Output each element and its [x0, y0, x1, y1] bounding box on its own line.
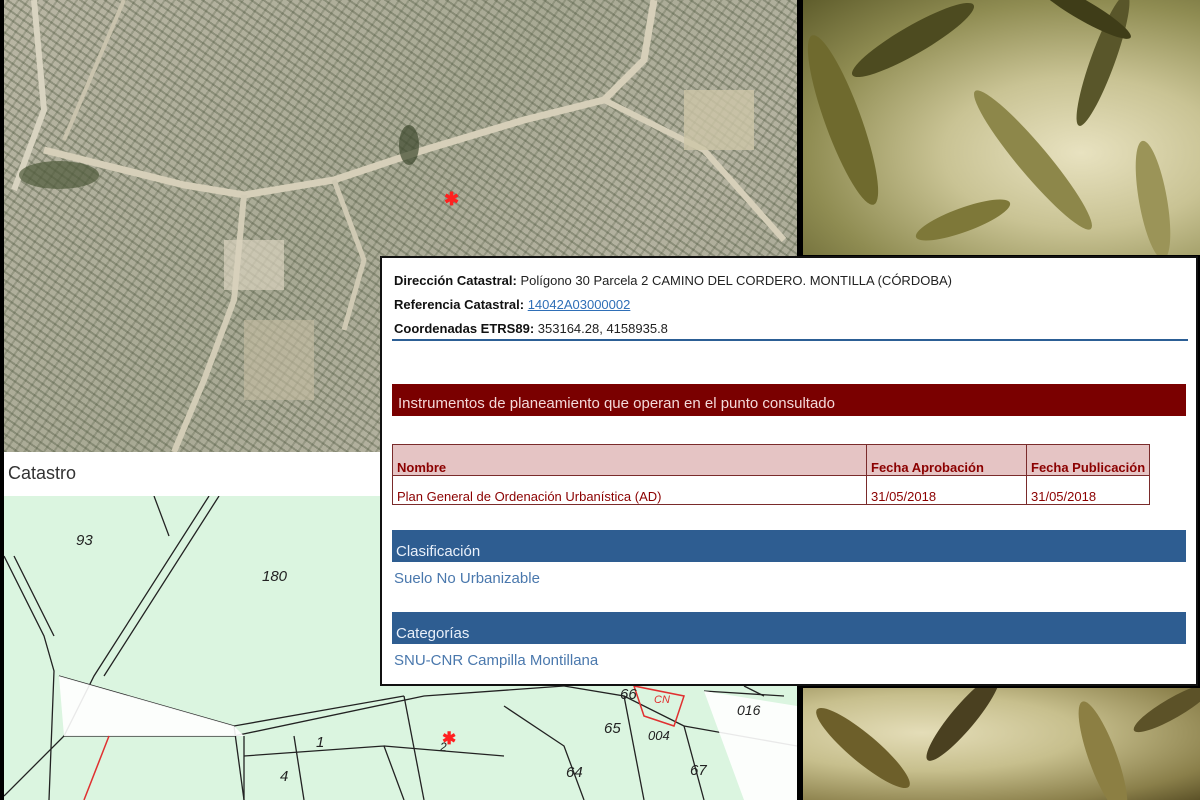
parcel-label: 65 — [604, 720, 621, 737]
olive-photo-bottom — [803, 688, 1200, 800]
categorias-header: Categorías — [392, 612, 1186, 644]
planning-table: Nombre Fecha Aprobación Fecha Publicació… — [392, 444, 1151, 505]
section-divider — [392, 339, 1188, 341]
parcel-label: 64 — [566, 764, 583, 781]
direccion-value: Polígono 30 Parcela 2 CAMINO DEL CORDERO… — [520, 273, 952, 288]
referencia-label: Referencia Catastral: — [394, 297, 525, 312]
instrumentos-header: Instrumentos de planeamiento que operan … — [392, 384, 1186, 416]
table-header-row: Nombre Fecha Aprobación Fecha Publicació… — [392, 444, 1151, 476]
coordenadas-row: Coordenadas ETRS89: 353164.28, 4158935.8 — [394, 321, 668, 336]
parcel-label: 1 — [316, 734, 325, 751]
table-cell: 31/05/2018 — [866, 475, 1027, 505]
parcel-label: 67 — [690, 762, 707, 779]
column-header: Fecha Publicación — [1025, 444, 1151, 476]
clasificacion-value: Suelo No Urbanizable — [394, 570, 540, 587]
parcel-label: 180 — [262, 568, 288, 585]
parcel-label: 93 — [76, 532, 93, 549]
clasificacion-title: Clasificación — [396, 543, 481, 560]
parcel-label: 66 — [620, 686, 637, 703]
catastro-title: Catastro — [8, 463, 77, 483]
referencia-link[interactable]: 14042A03000002 — [528, 297, 631, 312]
location-marker-icon: ✱ — [442, 729, 457, 748]
categorias-value: SNU-CNR Campilla Montillana — [394, 652, 599, 669]
location-marker-icon: ✱ — [444, 189, 460, 209]
parcel-label: CN — [654, 694, 670, 706]
olive-leaves — [807, 0, 1171, 255]
parcel-label: 016 — [737, 702, 761, 718]
instrumentos-title: Instrumentos de planeamiento que operan … — [398, 395, 835, 412]
clasificacion-header: Clasificación — [392, 530, 1186, 562]
categorias-title: Categorías — [396, 625, 470, 642]
direccion-label: Dirección Catastral: — [394, 273, 517, 288]
table-cell: Plan General de Ordenación Urbanística (… — [392, 475, 867, 505]
coordenadas-value: 353164.28, 4158935.8 — [537, 321, 668, 336]
column-header: Nombre — [392, 444, 867, 476]
planning-info-panel: Dirección Catastral: Polígono 30 Parcela… — [380, 256, 1198, 686]
coordenadas-label: Coordenadas ETRS89: — [394, 321, 535, 336]
parcel-label: 4 — [280, 768, 289, 785]
olive-photo-top — [803, 0, 1200, 255]
table-cell: 31/05/2018 — [1025, 475, 1151, 505]
parcel-label: 004 — [648, 728, 670, 743]
referencia-row: Referencia Catastral: 14042A03000002 — [394, 297, 630, 312]
direccion-row: Dirección Catastral: Polígono 30 Parcela… — [394, 273, 952, 288]
olive-leaves-bottom — [816, 688, 1200, 800]
table-row: Plan General de Ordenación Urbanística (… — [392, 475, 1151, 505]
column-header: Fecha Aprobación — [866, 444, 1027, 476]
